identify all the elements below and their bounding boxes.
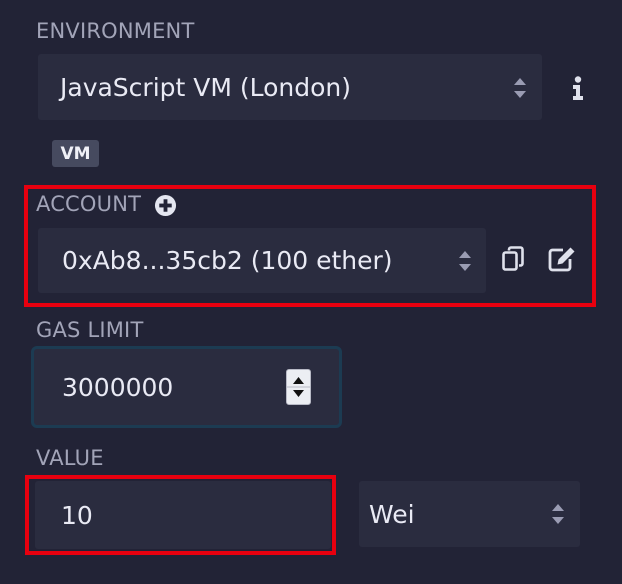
environment-select[interactable]: JavaScript VM (London) <box>38 54 542 120</box>
info-icon[interactable] <box>570 74 586 102</box>
value-unit-select[interactable]: Wei <box>359 481 580 547</box>
account-select-value: 0xAb8...35cb2 (100 ether) <box>62 246 393 275</box>
account-select[interactable]: 0xAb8...35cb2 (100 ether) <box>38 228 486 293</box>
environment-badge: VM <box>52 140 99 167</box>
value-input[interactable]: 10 <box>35 481 331 549</box>
edit-icon[interactable] <box>548 246 576 272</box>
number-stepper[interactable] <box>286 369 311 405</box>
account-label: ACCOUNT <box>36 192 142 216</box>
value-amount: 10 <box>61 500 93 530</box>
value-unit: Wei <box>369 499 415 529</box>
select-arrows-icon <box>458 248 472 274</box>
plus-circle-icon[interactable] <box>153 193 177 217</box>
select-arrows-icon <box>551 501 565 527</box>
environment-select-value: JavaScript VM (London) <box>60 72 352 102</box>
copy-icon[interactable] <box>501 246 525 272</box>
gas-limit-label: GAS LIMIT <box>36 318 144 342</box>
gas-limit-value: 3000000 <box>62 372 174 402</box>
select-arrows-icon <box>513 75 527 101</box>
value-label: VALUE <box>36 446 104 470</box>
gas-limit-input[interactable]: 3000000 <box>31 346 342 428</box>
environment-label: ENVIRONMENT <box>36 19 195 43</box>
